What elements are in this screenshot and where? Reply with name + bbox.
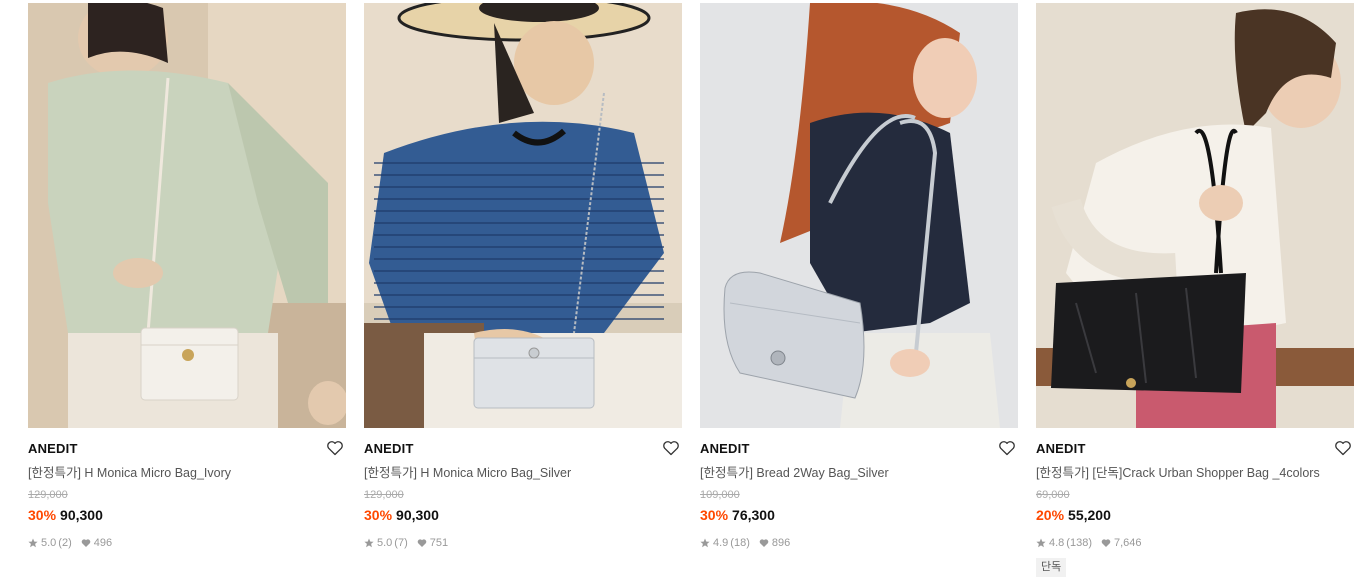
rating-score: 4.8: [1049, 537, 1065, 549]
heart-filled-icon: [417, 538, 427, 548]
review-count: (138): [1066, 537, 1092, 549]
product-meta: 4.8 (138) 7,646: [1036, 536, 1354, 550]
sale-price: 90,300: [60, 507, 103, 523]
product-name[interactable]: [한정특가] Bread 2Way Bag_Silver: [700, 465, 1018, 481]
sale-price: 76,300: [732, 507, 775, 523]
product-meta: 5.0 (2) 496: [28, 536, 346, 550]
product-image[interactable]: [28, 3, 346, 428]
product-meta: 5.0 (7) 751: [364, 536, 682, 550]
review-count: (7): [394, 537, 408, 549]
heart-filled-icon: [1101, 538, 1111, 548]
product-card: ANEDIT [한정특가] H Monica Micro Bag_Silver …: [364, 3, 682, 577]
product-meta: 4.9 (18) 896: [700, 536, 1018, 550]
sale-price: 90,300: [396, 507, 439, 523]
wishlist-heart-icon[interactable]: [326, 439, 344, 457]
discount-rate: 30%: [28, 507, 57, 523]
like-count: 7,646: [1113, 537, 1142, 549]
product-name[interactable]: [한정특가] H Monica Micro Bag_Ivory: [28, 465, 346, 481]
brand-name[interactable]: ANEDIT: [28, 441, 346, 457]
product-name[interactable]: [한정특가] [단독]Crack Urban Shopper Bag _4col…: [1036, 465, 1354, 481]
brand-name[interactable]: ANEDIT: [1036, 441, 1354, 457]
wishlist-heart-icon[interactable]: [1334, 439, 1352, 457]
product-name[interactable]: [한정특가] H Monica Micro Bag_Silver: [364, 465, 682, 481]
star-icon: [28, 538, 38, 548]
product-image[interactable]: [700, 3, 1018, 428]
product-card: ANEDIT [한정특가] [단독]Crack Urban Shopper Ba…: [1036, 3, 1354, 577]
like-count: 896: [771, 537, 791, 549]
product-grid: ANEDIT [한정특가] H Monica Micro Bag_Ivory 1…: [28, 3, 1354, 577]
original-price: 69,000: [1036, 489, 1070, 501]
product-image[interactable]: [364, 3, 682, 428]
like-count: 496: [93, 537, 113, 549]
discount-rate: 30%: [700, 507, 729, 523]
product-card: ANEDIT [한정특가] Bread 2Way Bag_Silver 109,…: [700, 3, 1018, 577]
price-row: 30% 76,300: [700, 507, 1018, 524]
price-row: 30% 90,300: [364, 507, 682, 524]
rating-score: 5.0: [41, 537, 57, 549]
star-icon: [1036, 538, 1046, 548]
discount-rate: 20%: [1036, 507, 1065, 523]
review-count: (2): [58, 537, 72, 549]
wishlist-heart-icon[interactable]: [662, 439, 680, 457]
brand-name[interactable]: ANEDIT: [700, 441, 1018, 457]
rating-score: 4.9: [713, 537, 729, 549]
heart-filled-icon: [81, 538, 91, 548]
price-row: 20% 55,200: [1036, 507, 1354, 524]
review-count: (18): [730, 537, 750, 549]
original-price: 129,000: [364, 489, 404, 501]
star-icon: [364, 538, 374, 548]
product-card: ANEDIT [한정특가] H Monica Micro Bag_Ivory 1…: [28, 3, 346, 577]
star-icon: [700, 538, 710, 548]
original-price: 109,000: [700, 489, 740, 501]
brand-name[interactable]: ANEDIT: [364, 441, 682, 457]
discount-rate: 30%: [364, 507, 393, 523]
heart-filled-icon: [759, 538, 769, 548]
exclusive-badge: 단독: [1036, 558, 1067, 577]
wishlist-heart-icon[interactable]: [998, 439, 1016, 457]
product-image[interactable]: [1036, 3, 1354, 428]
rating-score: 5.0: [377, 537, 393, 549]
price-row: 30% 90,300: [28, 507, 346, 524]
like-count: 751: [429, 537, 449, 549]
sale-price: 55,200: [1068, 507, 1111, 523]
original-price: 129,000: [28, 489, 68, 501]
